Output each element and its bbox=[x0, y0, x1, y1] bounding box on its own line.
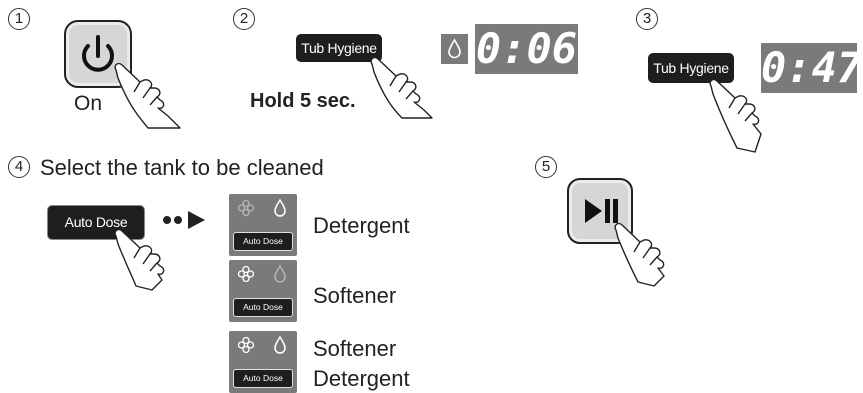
panel-auto-dose-label: Auto Dose bbox=[233, 298, 293, 317]
panel-auto-dose-label: Auto Dose bbox=[233, 369, 293, 388]
softener-flower-icon bbox=[237, 265, 255, 283]
softener-flower-icon bbox=[237, 336, 255, 354]
hand-pointer-icon bbox=[614, 222, 665, 287]
water-drop-icon bbox=[448, 38, 461, 59]
panel-auto-dose-label: Auto Dose bbox=[233, 232, 293, 251]
option-label-softener: Softener bbox=[313, 283, 397, 308]
hand-pointer-icon bbox=[114, 228, 165, 291]
time-display: 0:06 bbox=[475, 24, 578, 74]
softener-flower-icon bbox=[237, 199, 255, 217]
step-number-1: 1 bbox=[8, 8, 30, 30]
step4-title: Select the tank to be cleaned bbox=[40, 155, 324, 180]
option-label-detergent: Detergent bbox=[313, 213, 410, 238]
water-drop-indicator bbox=[441, 34, 468, 64]
step-number-4: 4 bbox=[8, 156, 30, 178]
on-caption: On bbox=[74, 92, 103, 115]
hand-pointer-icon bbox=[114, 62, 181, 129]
arrow-dots-icon bbox=[163, 211, 205, 229]
hand-pointer-icon bbox=[370, 56, 433, 119]
dose-panel-detergent: Auto Dose bbox=[229, 194, 297, 256]
detergent-drop-icon bbox=[274, 198, 286, 217]
dose-panel-both: Auto Dose bbox=[229, 331, 297, 393]
option-label-softener: Softener bbox=[313, 336, 397, 361]
step-number-5: 5 bbox=[535, 156, 557, 178]
detergent-drop-icon bbox=[274, 264, 286, 283]
detergent-drop-icon bbox=[274, 335, 286, 354]
option-label-detergent: Detergent bbox=[313, 366, 410, 391]
dose-panel-softener: Auto Dose bbox=[229, 260, 297, 322]
hand-pointer-icon bbox=[709, 78, 762, 153]
step-number-2: 2 bbox=[233, 8, 255, 30]
step-number-3: 3 bbox=[636, 8, 658, 30]
hold-caption: Hold 5 sec. bbox=[250, 90, 356, 112]
